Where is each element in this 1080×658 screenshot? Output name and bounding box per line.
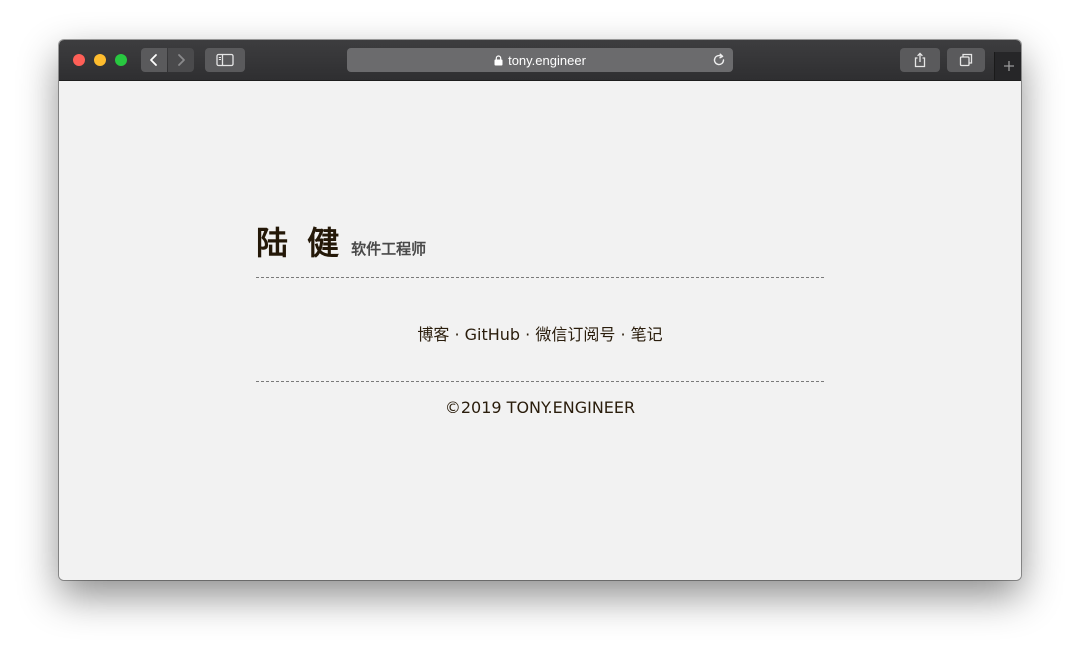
forward-button[interactable]: [168, 48, 194, 72]
tab-overview-button[interactable]: [947, 48, 985, 72]
link-separator: ·: [620, 325, 626, 344]
chevron-right-icon: [178, 54, 185, 66]
browser-window: tony.engineer 陆 健 软件工程师 博客 · GitHub · 微信…: [59, 40, 1021, 580]
divider-bottom: [256, 381, 824, 382]
plus-icon: [1003, 61, 1014, 71]
link-notes[interactable]: 笔记: [631, 325, 663, 344]
link-separator: ·: [454, 325, 460, 344]
share-button[interactable]: [900, 48, 940, 72]
address-bar[interactable]: tony.engineer: [347, 48, 733, 72]
link-list: 博客 · GitHub · 微信订阅号 · 笔记: [256, 321, 824, 345]
link-wechat[interactable]: 微信订阅号: [535, 325, 615, 344]
url-text: tony.engineer: [508, 52, 586, 68]
page-content: 陆 健 软件工程师 博客 · GitHub · 微信订阅号 · 笔记 ©2019…: [59, 81, 1021, 580]
sidebar-toggle-button[interactable]: [205, 48, 245, 72]
back-button[interactable]: [141, 48, 167, 72]
copyright-text: ©2019 TONY.ENGINEER: [444, 398, 636, 417]
page-subtitle: 软件工程师: [351, 240, 427, 258]
link-github[interactable]: GitHub: [465, 325, 520, 344]
sidebar-icon: [216, 53, 234, 67]
lock-icon: [494, 54, 503, 65]
divider-top: [256, 277, 824, 278]
address-bar-content: tony.engineer: [347, 48, 733, 72]
browser-toolbar: tony.engineer: [59, 40, 1021, 81]
chevron-left-icon: [150, 54, 157, 66]
zoom-window-button[interactable]: [115, 54, 127, 66]
tabs-overview-icon: [959, 53, 973, 67]
page-header: 陆 健 软件工程师: [256, 218, 426, 264]
close-window-button[interactable]: [73, 54, 85, 66]
minimize-window-button[interactable]: [94, 54, 106, 66]
link-separator: ·: [525, 325, 531, 344]
reload-icon: [713, 53, 725, 66]
share-icon: [914, 52, 926, 68]
page-title: 陆 健: [256, 224, 344, 262]
link-blog[interactable]: 博客: [417, 325, 449, 344]
reload-button[interactable]: [710, 51, 728, 69]
new-tab-button[interactable]: [994, 52, 1021, 80]
